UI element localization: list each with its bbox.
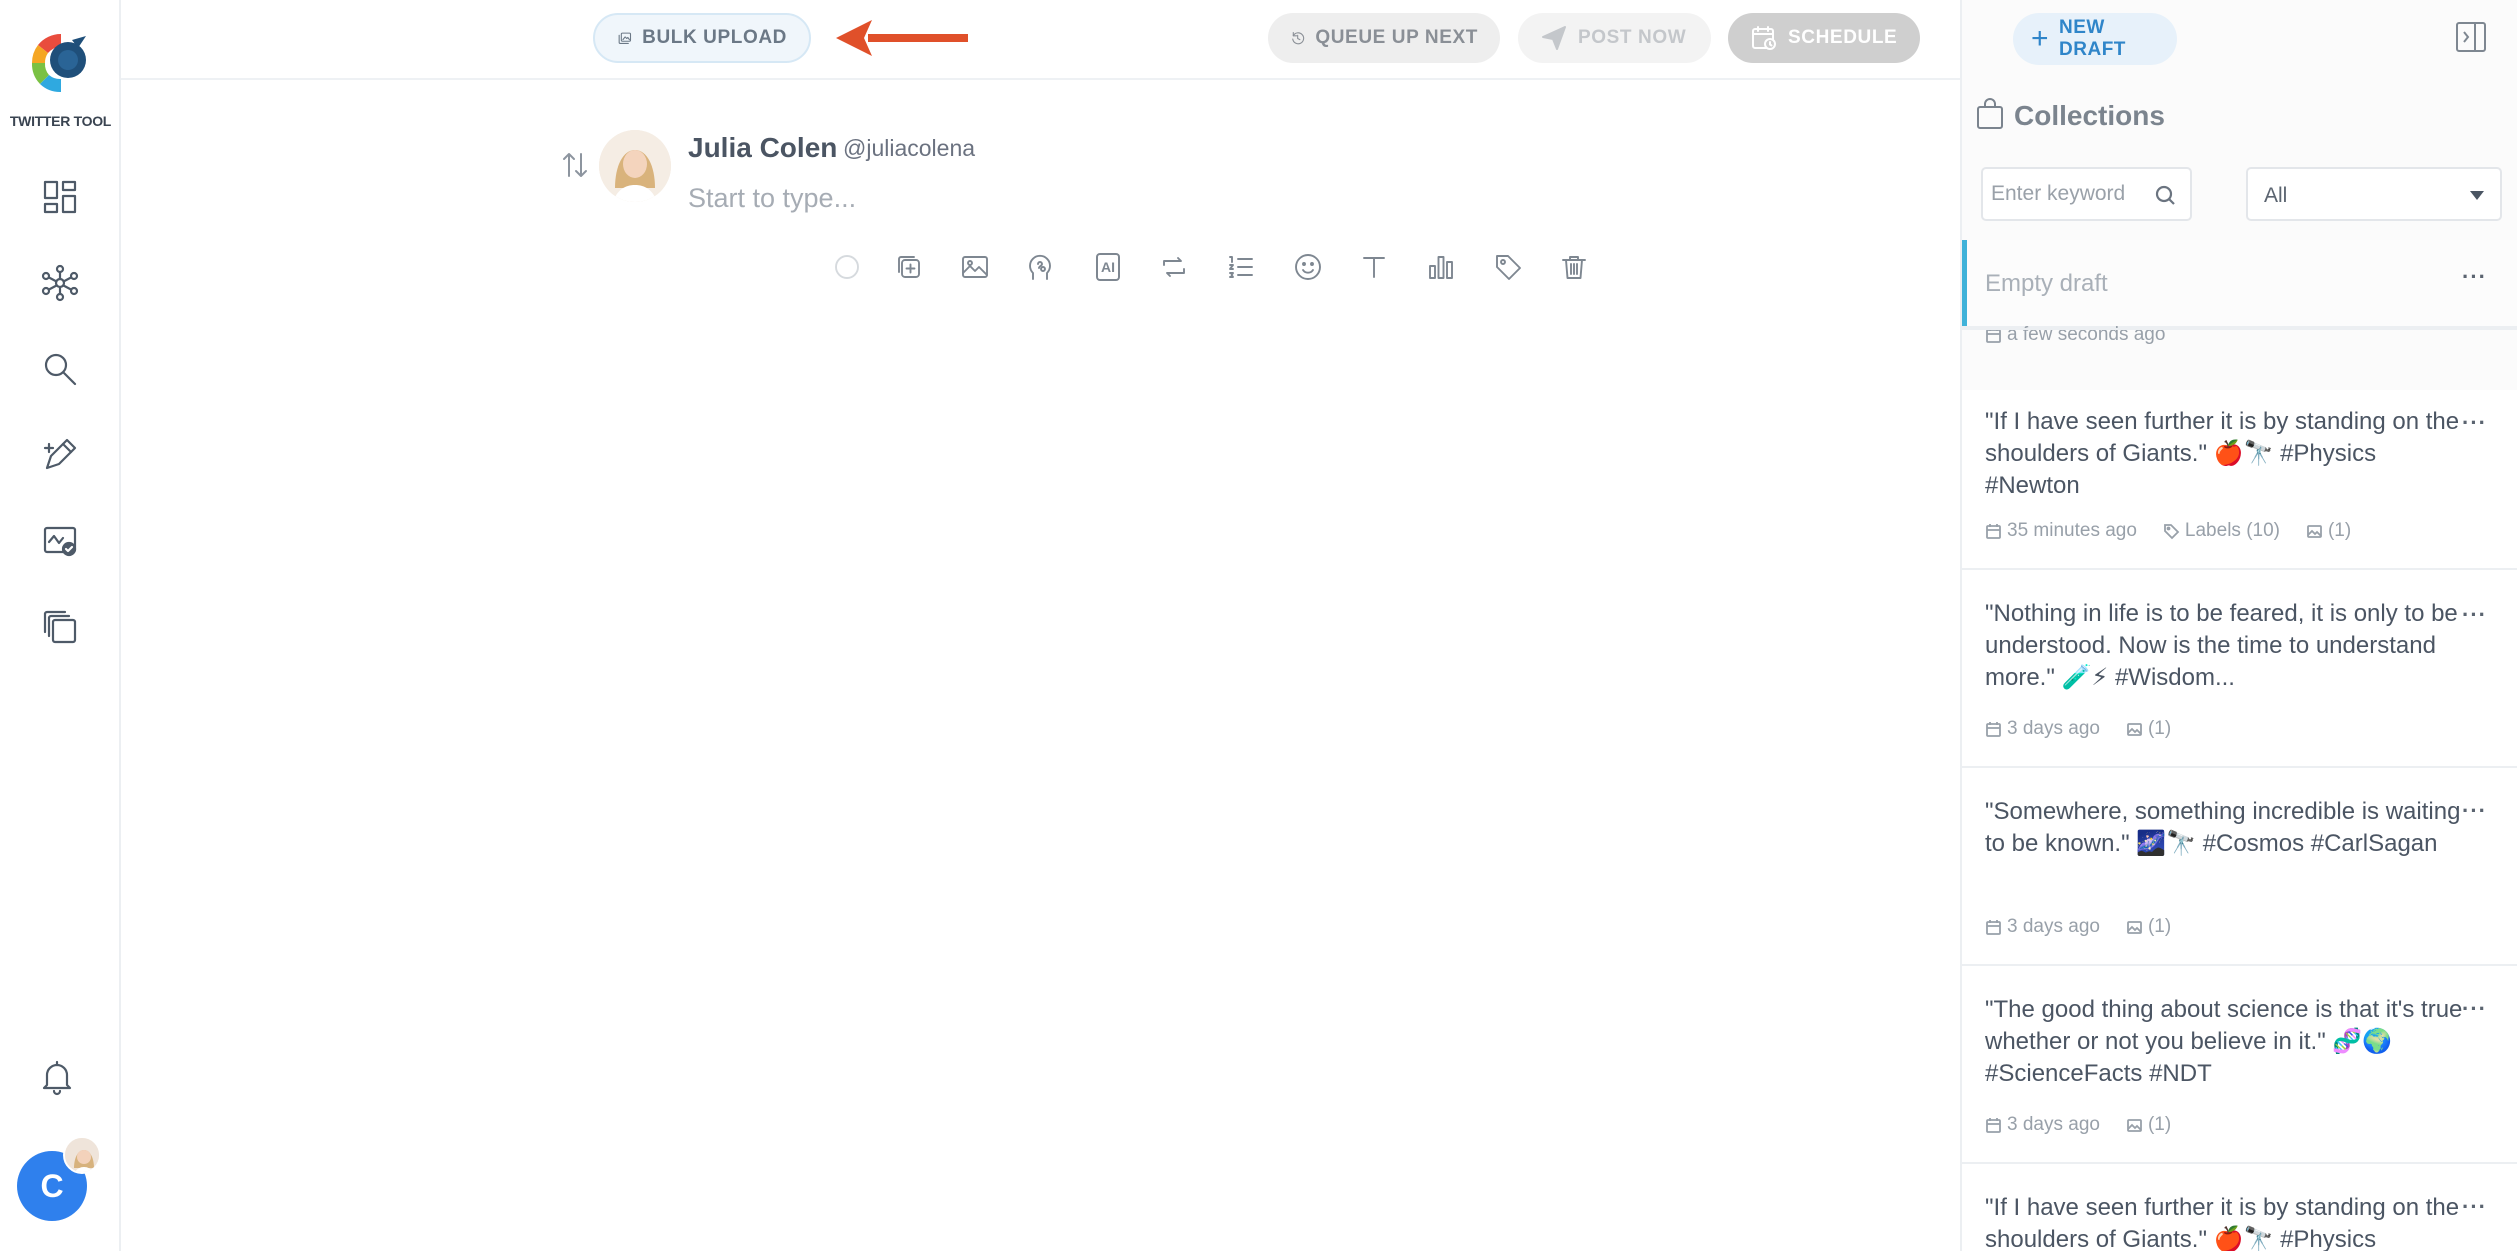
add-thread-icon[interactable] xyxy=(890,248,928,286)
author-name: Julia Colen xyxy=(688,132,838,163)
draft-item[interactable]: "Nothing in life is to be feared, it is … xyxy=(1962,570,2517,768)
image-icon xyxy=(2307,524,2322,538)
draft-meta: 3 days ago (1) xyxy=(1985,1114,2171,1136)
text-format-icon[interactable] xyxy=(1355,248,1393,286)
author-avatar xyxy=(599,130,671,202)
draft-text: "If I have seen further it is by standin… xyxy=(1985,408,2460,499)
reorder-icon[interactable] xyxy=(558,148,592,182)
bulk-upload-label: BULK UPLOAD xyxy=(642,27,787,48)
filter-value: All xyxy=(2264,184,2288,207)
tag-icon[interactable] xyxy=(1489,248,1527,286)
post-now-button[interactable]: POST NOW xyxy=(1518,13,1711,63)
circle-icon[interactable] xyxy=(828,248,866,286)
draft-time: 35 minutes ago xyxy=(2007,520,2137,541)
draft-labels: Labels (10) xyxy=(2184,520,2280,541)
new-draft-label: NEW DRAFT xyxy=(2059,17,2126,60)
collections-nav-icon[interactable] xyxy=(38,605,82,649)
calendar-clock-icon xyxy=(1752,26,1776,50)
draft-time: 3 days ago xyxy=(2007,718,2100,739)
emoji-icon[interactable] xyxy=(1289,248,1327,286)
author-handle: @juliacolena xyxy=(843,135,976,161)
draft-item[interactable]: Empty draft ··· xyxy=(1962,240,2517,328)
edit-pen-icon[interactable] xyxy=(38,433,82,477)
ai-icon[interactable]: AI xyxy=(1089,248,1127,286)
image-icon xyxy=(2127,1118,2142,1132)
network-icon[interactable] xyxy=(38,261,82,305)
retweet-icon[interactable] xyxy=(1155,248,1193,286)
calendar-icon xyxy=(1986,523,2001,539)
draft-more-button[interactable]: ··· xyxy=(2462,602,2487,628)
trash-icon[interactable] xyxy=(1555,248,1593,286)
calendar-icon xyxy=(1986,919,2001,935)
brain-icon[interactable] xyxy=(1022,248,1060,286)
panel-toggle-icon[interactable] xyxy=(2454,20,2488,54)
paper-plane-icon xyxy=(1542,26,1566,50)
draft-text: "The good thing about science is that it… xyxy=(1985,996,2463,1087)
divider xyxy=(1962,328,2517,330)
collections-search[interactable] xyxy=(1981,167,2192,221)
new-draft-button[interactable]: + NEW DRAFT xyxy=(2013,13,2177,65)
bulk-upload-icon xyxy=(618,32,632,44)
notifications-bell-icon[interactable] xyxy=(35,1055,79,1099)
keyword-search-input[interactable] xyxy=(1991,182,2166,206)
image-icon xyxy=(2127,722,2142,736)
draft-text: "If I have seen further it is by standin… xyxy=(1985,1194,2460,1251)
draft-text: Empty draft xyxy=(1985,270,2108,297)
calendar-icon xyxy=(1986,721,2001,737)
queue-up-next-label: QUEUE UP NEXT xyxy=(1315,27,1478,48)
shopping-bag-icon xyxy=(1975,98,2005,130)
chevron-down-icon xyxy=(2470,191,2484,200)
list-icon[interactable] xyxy=(1222,248,1260,286)
draft-media: (1) xyxy=(2147,718,2172,739)
analytics-icon[interactable] xyxy=(38,519,82,563)
queue-up-next-button[interactable]: QUEUE UP NEXT xyxy=(1268,13,1500,63)
draft-more-button[interactable]: ··· xyxy=(2462,996,2487,1022)
draft-more-button[interactable]: ··· xyxy=(2462,264,2487,290)
account-avatar[interactable] xyxy=(63,1136,101,1174)
search-icon xyxy=(2155,185,2175,205)
clock-refresh-icon xyxy=(1292,31,1305,45)
search-icon[interactable] xyxy=(38,347,82,391)
draft-item[interactable]: "The good thing about science is that it… xyxy=(1962,966,2517,1164)
left-sidebar: TWITTER TOOL C xyxy=(0,0,121,1251)
draft-more-button[interactable]: ··· xyxy=(2462,410,2487,436)
logo-text: TWITTER TOOL xyxy=(9,113,112,129)
draft-item[interactable]: "If I have seen further it is by standin… xyxy=(1962,1164,2517,1251)
collection-filter-select[interactable]: All xyxy=(2246,167,2502,221)
tweet-composer-input[interactable] xyxy=(688,183,1588,214)
draft-time: 3 days ago xyxy=(2007,916,2100,937)
image-icon xyxy=(2127,920,2142,934)
draft-more-button[interactable]: ··· xyxy=(2462,1194,2487,1220)
draft-text: "Somewhere, something incredible is wait… xyxy=(1985,798,2461,857)
toolbar-divider xyxy=(121,78,1960,80)
schedule-button[interactable]: SCHEDULE xyxy=(1728,13,1920,63)
draft-more-button[interactable]: ··· xyxy=(2462,798,2487,824)
draft-time: 3 days ago xyxy=(2007,1114,2100,1135)
draft-item[interactable]: "If I have seen further it is by standin… xyxy=(1962,390,2517,570)
chart-icon[interactable] xyxy=(1422,248,1460,286)
draft-media: (1) xyxy=(2147,1114,2172,1135)
annotation-arrow xyxy=(836,20,968,56)
draft-text: "Nothing in life is to be feared, it is … xyxy=(1985,600,2458,691)
tag-icon xyxy=(2164,523,2180,539)
draft-media: (1) xyxy=(2327,520,2352,541)
draft-meta: 3 days ago (1) xyxy=(1985,916,2171,938)
draft-media: (1) xyxy=(2147,916,2172,937)
dashboard-icon[interactable] xyxy=(38,175,82,219)
draft-meta: 35 minutes ago Labels (10) (1) xyxy=(1985,520,2351,542)
plus-icon: + xyxy=(2031,22,2050,55)
draft-item[interactable]: "Somewhere, something incredible is wait… xyxy=(1962,768,2517,966)
app-logo[interactable] xyxy=(28,30,94,96)
bulk-upload-button[interactable]: BULK UPLOAD xyxy=(593,13,811,63)
collections-title: Collections xyxy=(2014,100,2165,131)
app-root: TWITTER TOOL C BULK UPLOAD QUEUE UP NEXT… xyxy=(0,0,2517,1251)
post-now-label: POST NOW xyxy=(1578,27,1687,48)
draft-meta: 3 days ago (1) xyxy=(1985,718,2171,740)
image-icon[interactable] xyxy=(956,248,994,286)
calendar-icon xyxy=(1986,1117,2001,1133)
schedule-label: SCHEDULE xyxy=(1788,27,1898,48)
